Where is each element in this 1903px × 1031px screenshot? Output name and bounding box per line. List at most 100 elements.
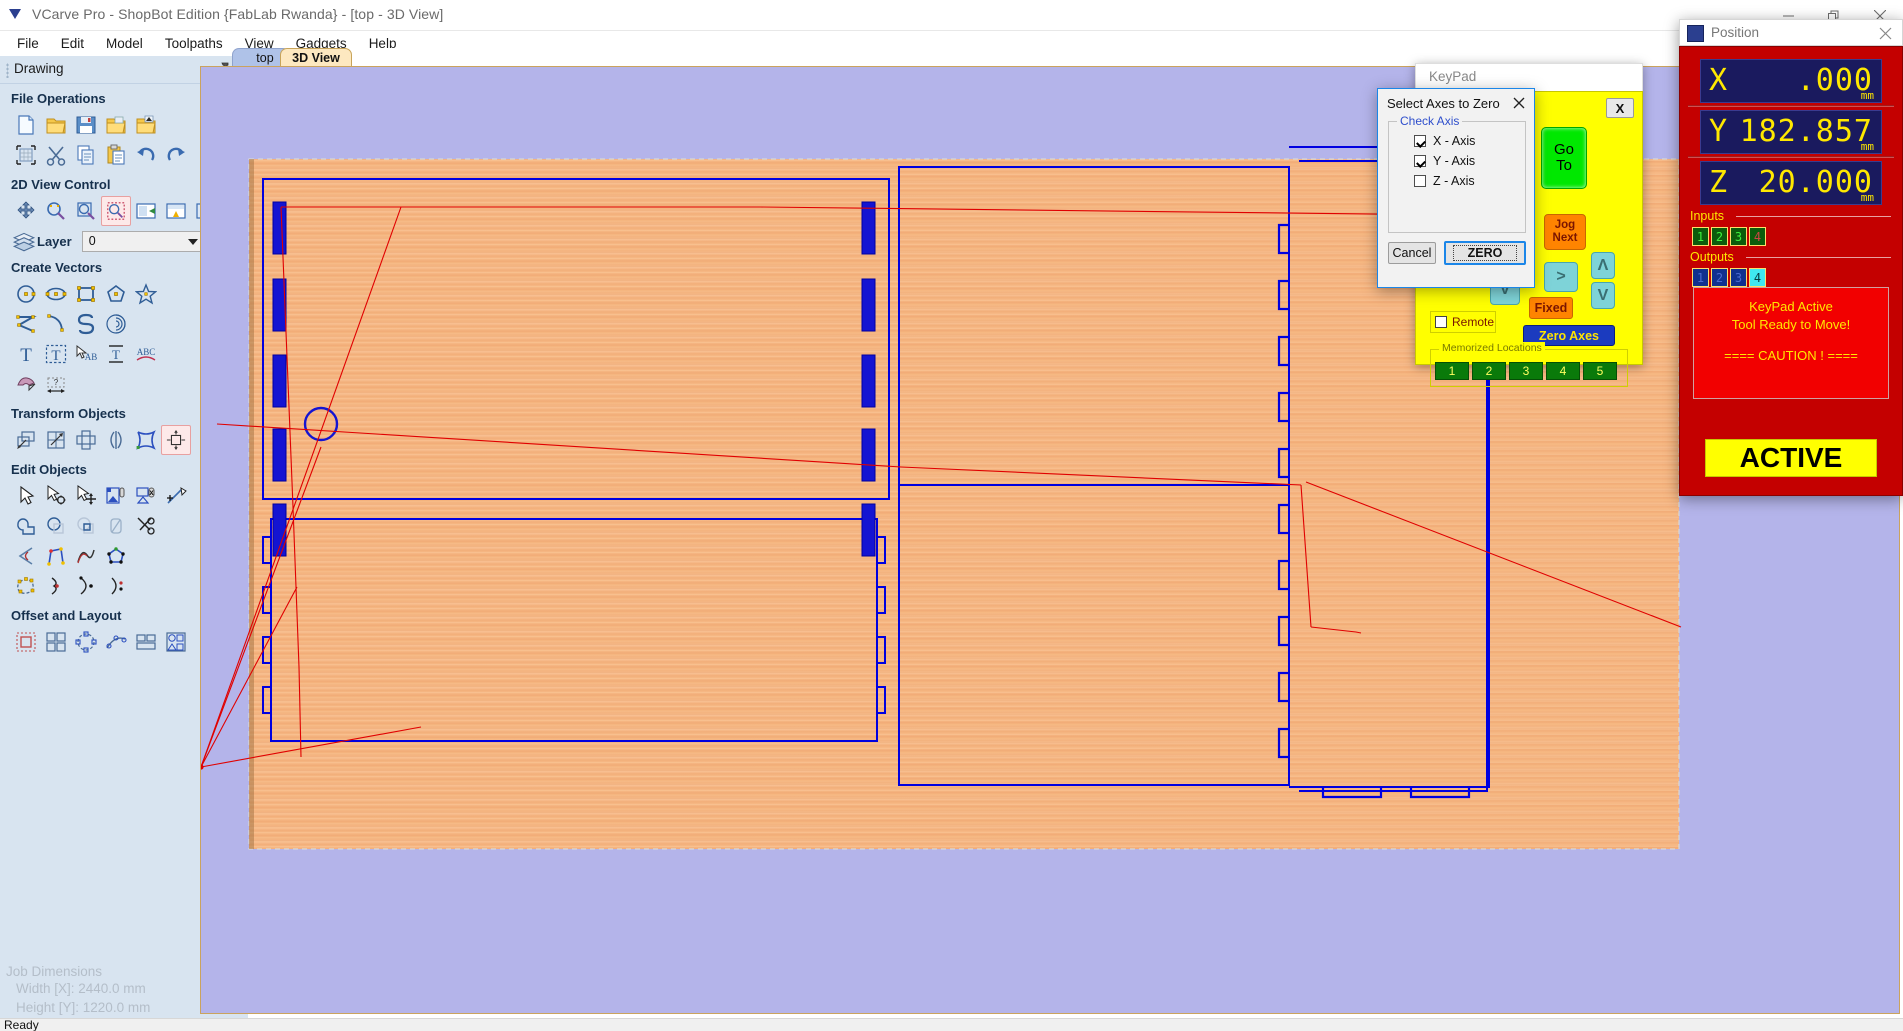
- jog-right-arrow-button[interactable]: >: [1544, 262, 1578, 292]
- x-axis-row[interactable]: X - Axis: [1414, 134, 1475, 148]
- keypad-close-button[interactable]: X: [1606, 98, 1634, 118]
- z-axis-checkbox[interactable]: [1414, 175, 1426, 187]
- nesting-icon[interactable]: [161, 627, 191, 657]
- dialog-close-icon[interactable]: [1510, 94, 1527, 111]
- open-folder-icon[interactable]: [41, 110, 71, 140]
- y-axis-row[interactable]: Y - Axis: [1414, 154, 1475, 168]
- rotate-copy-icon[interactable]: [71, 627, 101, 657]
- menu-toolpaths[interactable]: Toolpaths: [154, 33, 234, 54]
- active-status-button[interactable]: ACTIVE: [1705, 439, 1877, 477]
- job-setup-icon[interactable]: [11, 140, 41, 170]
- spiral-tool-icon[interactable]: [101, 309, 131, 339]
- design-canvas[interactable]: [200, 66, 1900, 1014]
- z-up-arrow-button[interactable]: Λ: [1591, 252, 1615, 279]
- undo-icon[interactable]: [131, 140, 161, 170]
- rectangle-tool-icon[interactable]: [71, 279, 101, 309]
- align-objects-icon[interactable]: [161, 425, 191, 455]
- array-copy-icon[interactable]: [41, 627, 71, 657]
- menu-file[interactable]: File: [6, 33, 50, 54]
- layer-combo[interactable]: 0: [82, 231, 204, 252]
- z-down-arrow-button[interactable]: V: [1591, 282, 1615, 309]
- scale-objects-icon[interactable]: [41, 425, 71, 455]
- remote-checkbox-row[interactable]: Remote: [1430, 311, 1496, 333]
- open-recent-icon[interactable]: [101, 110, 131, 140]
- nest-vectors-icon[interactable]: [101, 541, 131, 571]
- pan-view-icon[interactable]: [11, 196, 41, 226]
- point-edit-icon[interactable]: [101, 571, 131, 601]
- cut-icon[interactable]: [41, 140, 71, 170]
- memorized-location-1[interactable]: 1: [1435, 362, 1469, 380]
- create-fillet-icon[interactable]: [41, 541, 71, 571]
- move-objects-icon[interactable]: [11, 425, 41, 455]
- mirror-objects-icon[interactable]: [101, 425, 131, 455]
- copy-icon[interactable]: [71, 140, 101, 170]
- copy-along-curve-icon[interactable]: [101, 627, 131, 657]
- offset-vectors-icon[interactable]: [11, 627, 41, 657]
- menu-model[interactable]: Model: [95, 33, 154, 54]
- memorized-locations-group: Memorized Locations 1 2 3 4 5: [1430, 349, 1628, 387]
- circle-tool-icon[interactable]: [11, 279, 41, 309]
- node-editing-icon[interactable]: [11, 571, 41, 601]
- cancel-button[interactable]: Cancel: [1388, 242, 1436, 264]
- zero-button[interactable]: ZERO: [1444, 241, 1526, 265]
- close-vectors-icon[interactable]: x: [131, 481, 161, 511]
- zoom-to-drawing-icon[interactable]: [131, 196, 161, 226]
- zoom-box-icon[interactable]: [101, 196, 131, 226]
- dimension-tool-icon[interactable]: ?: [41, 369, 71, 399]
- weld-vectors-icon[interactable]: [11, 511, 41, 541]
- subtract-vectors-icon[interactable]: [41, 511, 71, 541]
- auto-text-layout-icon[interactable]: T: [101, 339, 131, 369]
- dock-grip-icon[interactable]: [6, 63, 9, 78]
- intersect-vectors-icon[interactable]: [71, 511, 101, 541]
- svg-text:T: T: [51, 348, 60, 364]
- ellipse-tool-icon[interactable]: [41, 279, 71, 309]
- menu-edit[interactable]: Edit: [50, 33, 95, 54]
- memorized-location-2[interactable]: 2: [1472, 362, 1506, 380]
- measure-icon[interactable]: [161, 481, 191, 511]
- zoom-interactive-icon[interactable]: [41, 196, 71, 226]
- distort-objects-icon[interactable]: [131, 425, 161, 455]
- block-copy-icon[interactable]: [131, 627, 161, 657]
- zoom-to-job-icon[interactable]: [161, 196, 191, 226]
- memorized-location-4[interactable]: 4: [1546, 362, 1580, 380]
- import-vectors-icon[interactable]: [131, 110, 161, 140]
- keypad-title: KeyPad: [1429, 69, 1476, 84]
- view-tab-3d-view[interactable]: 3D View: [280, 48, 352, 66]
- fixed-button[interactable]: Fixed: [1529, 297, 1573, 319]
- x-axis-checkbox[interactable]: [1414, 135, 1426, 147]
- memorized-location-3[interactable]: 3: [1509, 362, 1543, 380]
- text-tool-icon[interactable]: T: [11, 339, 41, 369]
- scissors-icon[interactable]: [131, 511, 161, 541]
- trace-bitmap-icon[interactable]: [11, 369, 41, 399]
- text-on-curve-icon[interactable]: AB: [71, 339, 101, 369]
- text-along-curve-icon[interactable]: ABC: [131, 339, 161, 369]
- smooth-curve-icon[interactable]: [71, 541, 101, 571]
- remote-checkbox[interactable]: [1435, 316, 1447, 328]
- new-file-icon[interactable]: [11, 110, 41, 140]
- z-axis-row[interactable]: Z - Axis: [1414, 174, 1475, 188]
- position-close-icon[interactable]: [1877, 25, 1894, 42]
- star-tool-icon[interactable]: [131, 279, 161, 309]
- curve-fit-icon[interactable]: [41, 571, 71, 601]
- draw-text-icon[interactable]: T: [41, 339, 71, 369]
- redo-icon[interactable]: [161, 140, 191, 170]
- join-vectors-icon[interactable]: [101, 481, 131, 511]
- polygon-tool-icon[interactable]: [101, 279, 131, 309]
- paste-icon[interactable]: [101, 140, 131, 170]
- jog-next-button[interactable]: Jog Next: [1544, 214, 1586, 250]
- memorized-location-5[interactable]: 5: [1583, 362, 1617, 380]
- zoom-to-selection-icon[interactable]: [71, 196, 101, 226]
- save-icon[interactable]: [71, 110, 101, 140]
- node-edit-icon[interactable]: [41, 481, 71, 511]
- rotate-objects-icon[interactable]: [71, 425, 101, 455]
- trim-vectors-icon[interactable]: [101, 511, 131, 541]
- curve-tool-icon[interactable]: [71, 309, 101, 339]
- move-node-icon[interactable]: [71, 481, 101, 511]
- arc-tool-icon[interactable]: [41, 309, 71, 339]
- y-axis-checkbox[interactable]: [1414, 155, 1426, 167]
- goto-button[interactable]: Go To: [1541, 127, 1587, 189]
- offset-curve-icon[interactable]: [71, 571, 101, 601]
- fillet-icon[interactable]: [11, 541, 41, 571]
- select-tool-icon[interactable]: [11, 481, 41, 511]
- polyline-tool-icon[interactable]: [11, 309, 41, 339]
